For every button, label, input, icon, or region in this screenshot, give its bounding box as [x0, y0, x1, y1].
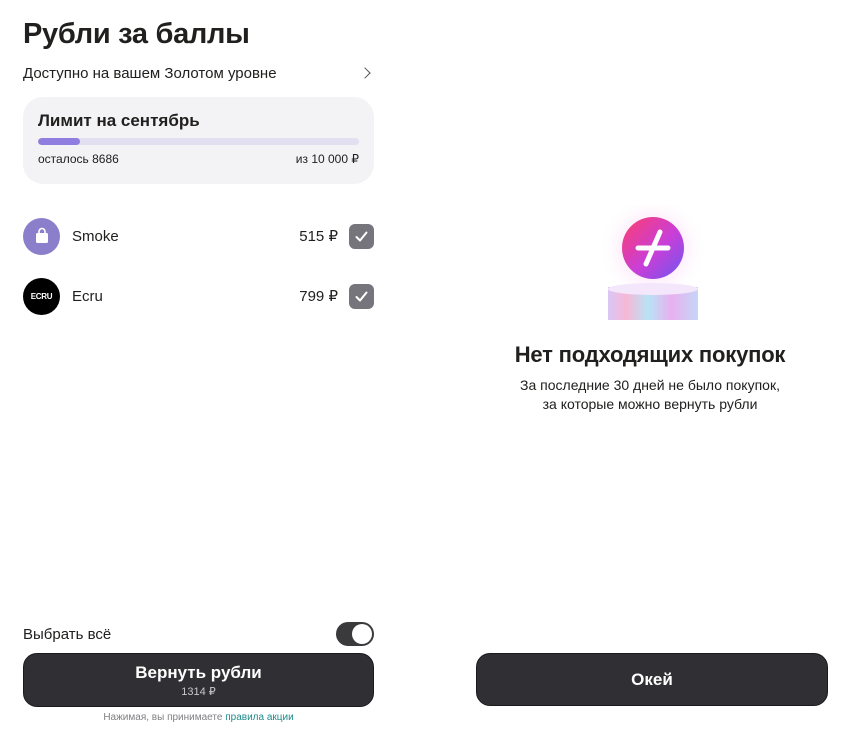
- purchase-row-smoke: Smoke 515 ₽: [23, 216, 374, 256]
- ok-button[interactable]: Окей: [476, 653, 828, 706]
- limit-title: Лимит на сентябрь: [38, 111, 200, 130]
- purchase-price: 515 ₽: [299, 228, 338, 245]
- shop-logo: ECRU: [23, 277, 60, 315]
- terms-prefix: Нажимая, вы принимаете: [103, 712, 226, 723]
- checkmark-icon: [355, 291, 368, 301]
- select-all-row: Выбрать всё: [23, 621, 374, 647]
- limit-progress-bar: [38, 138, 359, 145]
- return-button-label: Вернуть рубли: [135, 662, 262, 682]
- empty-desc-line2: за которые можно вернуть рубли: [542, 396, 758, 412]
- level-text: Доступно на вашем Золотом уровне: [23, 64, 277, 82]
- purchase-checkbox[interactable]: [349, 223, 374, 249]
- limit-card: Лимит на сентябрь осталось 8686 из 10 00…: [23, 97, 374, 184]
- ok-button-label: Окей: [631, 669, 673, 689]
- checkmark-icon: [355, 231, 368, 241]
- limit-total: из 10 000 ₽: [295, 152, 359, 166]
- shop-logo-text: ECRU: [30, 291, 53, 301]
- shopping-bag-icon: [35, 227, 48, 243]
- terms-text: Нажимая, вы принимаете правила акции: [23, 712, 374, 723]
- toggle-knob: [352, 624, 372, 644]
- plus-points-illustration: [598, 205, 708, 320]
- page-title: Рубли за баллы: [23, 18, 250, 50]
- select-all-label: Выбрать всё: [23, 625, 112, 643]
- limit-progress-fill: [38, 138, 80, 145]
- chevron-right-icon: [359, 67, 371, 79]
- points-screen: Рубли за баллы Доступно на вашем Золотом…: [0, 0, 400, 729]
- select-all-toggle[interactable]: [336, 622, 374, 646]
- level-link[interactable]: Доступно на вашем Золотом уровне: [23, 62, 373, 84]
- empty-state-title: Нет подходящих покупок: [514, 342, 786, 367]
- purchase-row-ecru: ECRU Ecru 799 ₽: [23, 276, 374, 316]
- limit-remaining: осталось 8686: [38, 152, 119, 166]
- shop-name: Smoke: [72, 227, 119, 245]
- shop-name: Ecru: [72, 287, 103, 305]
- purchase-price: 799 ₽: [299, 288, 338, 305]
- purchase-checkbox[interactable]: [349, 283, 374, 309]
- terms-link[interactable]: правила акции: [225, 712, 293, 723]
- return-button-amount: 1314 ₽: [181, 685, 216, 698]
- empty-state-screen: Нет подходящих покупок За последние 30 д…: [452, 0, 848, 729]
- empty-desc-line1: За последние 30 дней не было покупок,: [520, 377, 780, 393]
- return-rubles-button[interactable]: Вернуть рубли 1314 ₽: [23, 653, 374, 707]
- shop-avatar: [23, 217, 60, 255]
- empty-state-description: За последние 30 дней не было покупок, за…: [472, 376, 828, 414]
